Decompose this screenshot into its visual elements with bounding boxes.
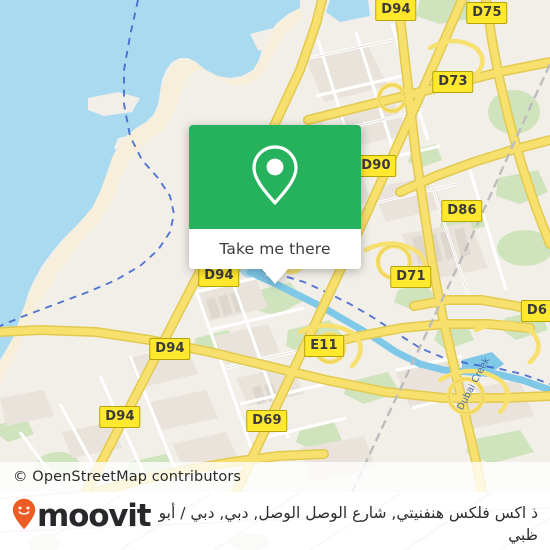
road-shield-d71: D71 <box>390 266 432 288</box>
osm-attribution-text[interactable]: © OpenStreetMap contributors <box>13 469 241 485</box>
place-name-label: ذ اكس فلكس هنفنيتي, شارع الوصل الوصل, دب… <box>158 504 538 545</box>
road-shield-d75: D75 <box>466 2 508 24</box>
callout-header <box>189 125 361 229</box>
moovit-smiley-pin-icon <box>12 498 36 534</box>
map-pin-icon <box>250 144 300 210</box>
footer-bar: moovit ذ اكس فلكس هنفنيتي, شارع الوصل ال… <box>0 492 550 550</box>
road-shield-e11: E11 <box>304 335 344 357</box>
take-me-there-label: Take me there <box>219 240 331 258</box>
callout-footer[interactable]: Take me there <box>189 229 361 269</box>
moovit-logo[interactable]: moovit <box>12 497 152 534</box>
road-shield-d90: D90 <box>355 155 397 177</box>
road-shield-d86: D86 <box>441 200 483 222</box>
road-shield-d94: D94 <box>99 406 141 428</box>
moovit-map-share-card: Dubai Creek D94 D75 D73 D90 D86 D71 D94 D94 E11 D… <box>0 0 550 550</box>
moovit-wordmark: moovit <box>37 497 152 534</box>
road-shield-d69: D69 <box>246 410 288 432</box>
road-shield-d73: D73 <box>432 71 474 93</box>
map-attribution-bar: © OpenStreetMap contributors <box>0 462 550 492</box>
road-shield-d94: D94 <box>375 0 417 21</box>
road-shield-d6: D6 <box>520 300 550 322</box>
callout-pointer-tail <box>262 269 288 284</box>
map-callout-card[interactable]: Take me there <box>189 125 361 284</box>
road-shield-d94: D94 <box>149 338 191 360</box>
